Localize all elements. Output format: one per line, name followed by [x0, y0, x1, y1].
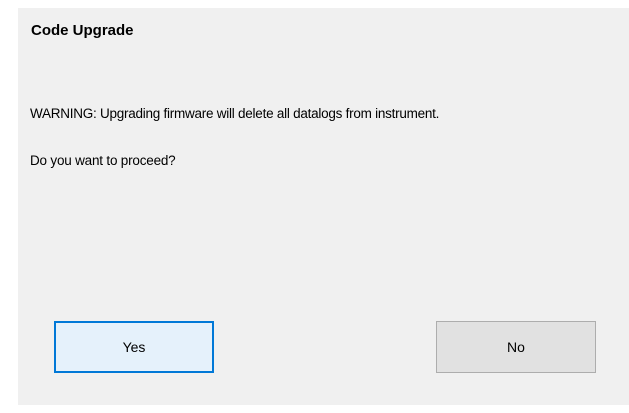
yes-button[interactable]: Yes	[54, 321, 214, 373]
dialog-title: Code Upgrade	[31, 22, 134, 39]
code-upgrade-dialog: Code Upgrade WARNING: Upgrading firmware…	[18, 8, 629, 405]
warning-message: WARNING: Upgrading firmware will delete …	[30, 106, 440, 121]
confirmation-question: Do you want to proceed?	[30, 153, 176, 168]
no-button[interactable]: No	[436, 321, 596, 373]
